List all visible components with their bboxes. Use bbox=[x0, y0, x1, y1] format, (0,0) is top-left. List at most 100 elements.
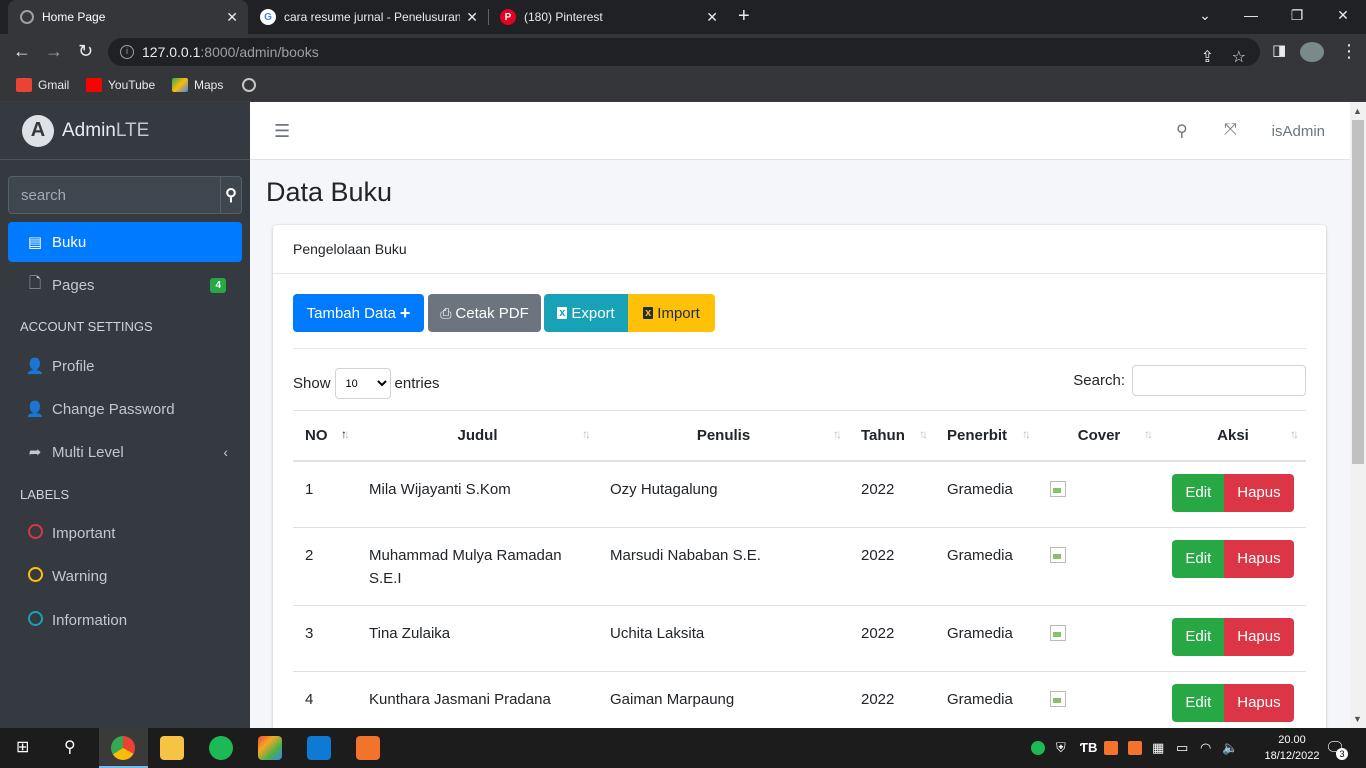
col-header-cover[interactable]: Cover ↑↓ bbox=[1038, 410, 1160, 462]
clock-time: 20.00 bbox=[1278, 734, 1306, 746]
cell-penerbit: Gramedia bbox=[935, 460, 1038, 528]
sidebar-item-warning[interactable]: Warning bbox=[8, 556, 242, 596]
printer-icon[interactable]: ▦ bbox=[1152, 740, 1164, 756]
file-explorer-icon[interactable] bbox=[160, 736, 184, 760]
scrollbar-thumb[interactable] bbox=[1352, 120, 1364, 464]
entries-length-control: Show 10 entries bbox=[293, 368, 440, 399]
tab-home-page[interactable]: Home Page ✕ bbox=[8, 0, 248, 34]
hapus-button[interactable]: Hapus bbox=[1224, 617, 1294, 656]
volume-icon[interactable]: 🔈 bbox=[1222, 740, 1238, 756]
col-header-judul[interactable]: Judul ↑↓ bbox=[357, 410, 598, 462]
minimize-button[interactable]: — bbox=[1228, 0, 1274, 34]
plus-icon: + bbox=[399, 302, 411, 323]
restore-button[interactable]: ❐ bbox=[1274, 0, 1320, 34]
bookmark-youtube[interactable]: YouTube bbox=[86, 78, 155, 92]
google-icon: G bbox=[260, 9, 276, 25]
sidebar-item-buku[interactable]: ▤ Buku bbox=[8, 222, 242, 262]
hapus-button[interactable]: Hapus bbox=[1224, 539, 1294, 578]
system-clock[interactable]: 20.00 18/12/2022 bbox=[1262, 732, 1322, 764]
book-icon: ▤ bbox=[27, 234, 43, 251]
edit-button[interactable]: Edit bbox=[1172, 683, 1225, 722]
gmail-icon bbox=[16, 78, 32, 92]
chrome-icon[interactable] bbox=[111, 736, 135, 760]
sidebar-item-multi-level[interactable]: ➦ Multi Level ‹ bbox=[8, 432, 242, 472]
edit-button[interactable]: Edit bbox=[1172, 473, 1225, 512]
shield-icon[interactable]: ⛨ bbox=[1056, 740, 1066, 756]
sidebar-item-information[interactable]: Information bbox=[8, 600, 242, 640]
wifi-icon[interactable]: ◠ bbox=[1200, 740, 1211, 756]
share-icon[interactable]: ⇪ bbox=[1201, 44, 1214, 72]
site-info-icon[interactable]: i bbox=[120, 45, 134, 59]
cetak-pdf-button[interactable]: ⎙ Cetak PDF bbox=[428, 294, 541, 332]
cell-cover bbox=[1038, 460, 1160, 528]
scroll-up-icon[interactable]: ▲ bbox=[1353, 106, 1362, 116]
search-icon[interactable]: ⚲ bbox=[64, 737, 76, 757]
fullscreen-icon[interactable]: ⤧ bbox=[1224, 121, 1237, 139]
sort-icon: ↑↓ bbox=[582, 427, 591, 441]
hapus-button[interactable]: Hapus bbox=[1224, 683, 1294, 722]
spotify-tray-icon[interactable] bbox=[1031, 741, 1045, 755]
table-search: Search: bbox=[1073, 365, 1306, 396]
page-scrollbar[interactable]: ▲ ▼ bbox=[1350, 102, 1366, 728]
sort-icon: ↑↓ bbox=[833, 427, 842, 441]
battery-icon[interactable]: ▭ bbox=[1176, 740, 1188, 756]
cell-aksi: Edit Hapus bbox=[1160, 460, 1306, 528]
scroll-down-icon[interactable]: ▼ bbox=[1353, 714, 1362, 724]
reload-icon[interactable]: ↻ bbox=[78, 42, 93, 60]
tab-search-chevron-icon[interactable]: ⌄ bbox=[1182, 0, 1228, 34]
search-icon[interactable]: ⚲ bbox=[1176, 121, 1188, 141]
bookmark-maps[interactable]: Maps bbox=[172, 78, 223, 92]
search-icon[interactable]: ⚲ bbox=[220, 176, 242, 214]
close-window-button[interactable]: ✕ bbox=[1320, 0, 1366, 34]
import-button[interactable]: x Import bbox=[628, 294, 715, 332]
tab-pinterest[interactable]: P (180) Pinterest ✕ bbox=[488, 0, 728, 34]
back-arrow-icon[interactable]: ← bbox=[13, 42, 31, 60]
bookmark-globe[interactable] bbox=[242, 78, 262, 92]
entries-select[interactable]: 10 bbox=[334, 368, 391, 399]
hamburger-menu-icon[interactable]: ☰ bbox=[274, 121, 290, 142]
vscode-icon[interactable] bbox=[307, 736, 331, 760]
tab-google-search[interactable]: G cara resume jurnal - Penelusuran ✕ bbox=[248, 0, 488, 34]
side-panel-icon[interactable]: ◨ bbox=[1272, 42, 1286, 60]
edit-button[interactable]: Edit bbox=[1172, 617, 1225, 656]
forward-arrow-icon[interactable]: → bbox=[45, 42, 63, 60]
git-app-icon[interactable] bbox=[258, 736, 282, 760]
sidebar-item-important[interactable]: Important bbox=[8, 513, 242, 553]
new-tab-button[interactable]: + bbox=[738, 6, 750, 26]
spotify-icon[interactable] bbox=[209, 736, 233, 760]
hapus-button[interactable]: Hapus bbox=[1224, 473, 1294, 512]
bookmark-star-icon[interactable]: ☆ bbox=[1232, 44, 1246, 72]
xampp-tray-icon[interactable] bbox=[1104, 741, 1118, 755]
user-menu[interactable]: isAdmin bbox=[1272, 123, 1325, 140]
profile-avatar[interactable] bbox=[1300, 42, 1324, 62]
windows-start-icon[interactable]: ⊞ bbox=[16, 737, 29, 757]
close-tab-icon[interactable]: ✕ bbox=[706, 9, 718, 26]
brand-link[interactable]: A AdminLTE bbox=[0, 102, 250, 160]
col-header-penerbit[interactable]: Penerbit ↑↓ bbox=[935, 410, 1038, 462]
edit-button[interactable]: Edit bbox=[1172, 539, 1225, 578]
sidebar-item-change-password[interactable]: 👤 Change Password bbox=[8, 389, 242, 429]
col-header-penulis[interactable]: Penulis ↑↓ bbox=[598, 410, 849, 462]
col-header-tahun[interactable]: Tahun ↑↓ bbox=[849, 410, 935, 462]
sidebar-item-profile[interactable]: 👤 Profile bbox=[8, 346, 242, 386]
col-header-aksi[interactable]: Aksi ↑↓ bbox=[1160, 410, 1306, 462]
close-tab-icon[interactable]: ✕ bbox=[226, 9, 238, 26]
url-field[interactable]: i 127.0.0.1:8000/admin/books ⇪ ☆ bbox=[108, 38, 1260, 66]
menu-kebab-icon[interactable]: ⋮ bbox=[1340, 42, 1358, 60]
table-search-input[interactable] bbox=[1132, 365, 1306, 396]
sidebar-search-input[interactable] bbox=[8, 176, 220, 214]
show-label: Show bbox=[293, 375, 331, 392]
share-icon: ➦ bbox=[28, 444, 42, 461]
export-button[interactable]: x Export bbox=[544, 294, 628, 332]
close-tab-icon[interactable]: ✕ bbox=[466, 9, 478, 26]
tambah-data-button[interactable]: Tambah Data + bbox=[293, 294, 424, 332]
col-header-no[interactable]: NO ↑↓ bbox=[293, 410, 357, 462]
xampp-icon[interactable] bbox=[356, 736, 380, 760]
account-settings-header: ACCOUNT SETTINGS bbox=[20, 319, 153, 334]
cell-aksi: Edit Hapus bbox=[1160, 527, 1306, 606]
tb-tray-icon[interactable]: ƬB bbox=[1080, 740, 1097, 755]
bookmark-gmail[interactable]: Gmail bbox=[16, 78, 69, 92]
xampp-tray-icon[interactable] bbox=[1128, 741, 1142, 755]
cell-cover bbox=[1038, 605, 1160, 672]
sidebar-item-pages[interactable]: 🗋 Pages 4 bbox=[8, 265, 242, 305]
